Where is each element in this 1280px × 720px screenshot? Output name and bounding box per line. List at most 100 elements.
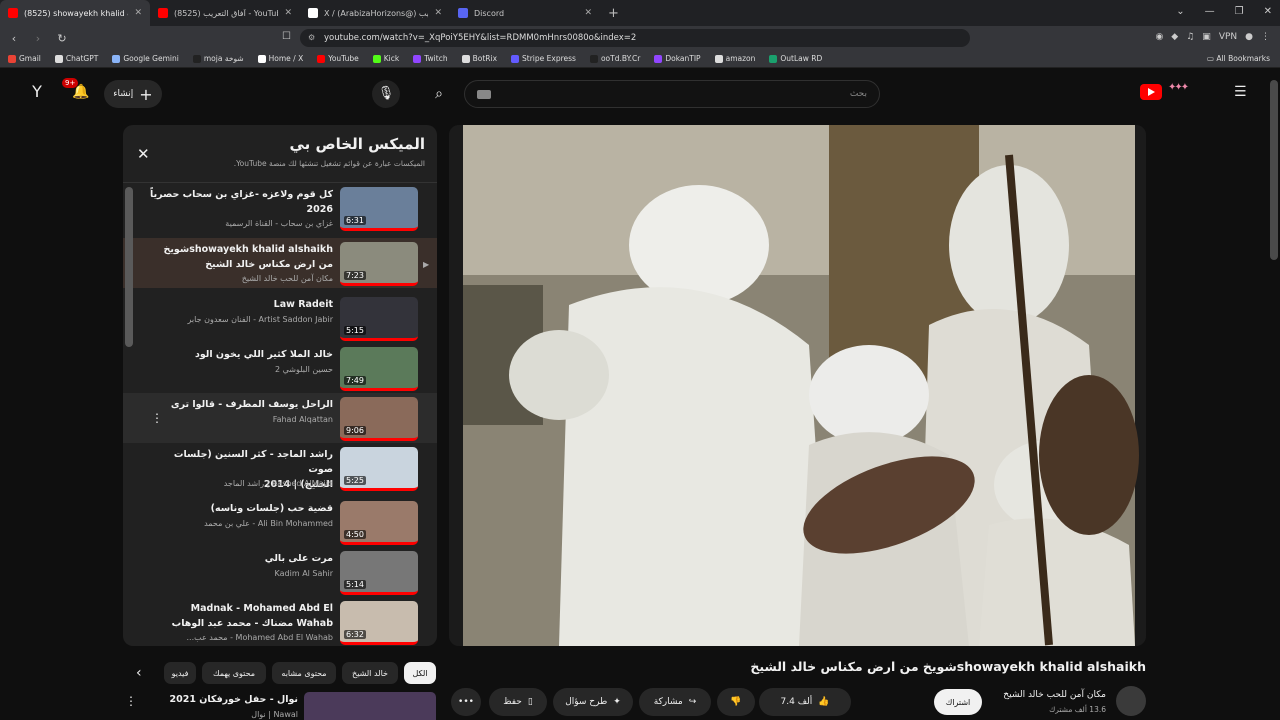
bookmark-item[interactable]: Twitch: [413, 54, 448, 63]
bookmark-label: DokanTIP: [665, 54, 701, 63]
browser-menu-icon[interactable]: ⋮: [1261, 32, 1270, 42]
playlist-thumbnail[interactable]: 7:23: [340, 242, 418, 286]
page-scrollbar[interactable]: [1270, 80, 1278, 260]
close-tab-icon[interactable]: ✕: [584, 8, 592, 18]
kebab-menu-icon[interactable]: ⋮: [125, 694, 137, 708]
playlist-thumbnail[interactable]: 6:31: [340, 187, 418, 231]
bookmark-item[interactable]: ooTd.BY.Cr: [589, 54, 641, 63]
chip-videos[interactable]: فيديو: [164, 662, 196, 684]
all-bookmarks-button[interactable]: ▭ All Bookmarks: [1207, 54, 1270, 63]
playlist-item[interactable]: 7:23 showayekh khalid alshaikhشويخ من ارض…: [123, 238, 437, 288]
search-icon[interactable]: ⌕: [424, 80, 454, 108]
playlist-thumbnail[interactable]: 6:32: [340, 601, 418, 645]
playlist-item[interactable]: 6:31 كل قوم ولاعزه -غزاي بن سحاب حصرياً 2…: [123, 183, 437, 233]
new-tab-button[interactable]: +: [608, 6, 619, 21]
chip-khalid-alsheikh[interactable]: خالد الشيخ: [342, 662, 398, 684]
browser-tab[interactable]: X / (ArabizaHorizons@) آفاق التعريب ✕: [300, 0, 450, 26]
tab-list: (8525) showayekh khalid al...✕آفاق التعر…: [0, 0, 600, 26]
bookmark-item[interactable]: Home / X: [257, 54, 303, 63]
video-duration: 4:50: [344, 530, 366, 539]
account-avatar[interactable]: Y: [26, 82, 48, 104]
chip-for-you[interactable]: محتوى يهمك: [202, 662, 266, 684]
playlist-thumbnail[interactable]: 5:25: [340, 447, 418, 491]
bookmark-favicon-icon: [413, 54, 422, 63]
bookmark-item[interactable]: Gmail: [8, 54, 41, 63]
close-icon[interactable]: ✕: [137, 145, 150, 163]
recommended-thumbnail[interactable]: [304, 692, 436, 720]
close-tab-icon[interactable]: ✕: [434, 8, 442, 18]
bookmark-item[interactable]: ChatGPT: [54, 54, 98, 63]
keyboard-icon[interactable]: [477, 90, 491, 99]
playlist-scrollbar[interactable]: [125, 187, 133, 347]
close-window-icon[interactable]: ✕: [1264, 6, 1272, 17]
playlist-item[interactable]: 7:49 خالد الملا كثير اللي يخون الود حسين ا…: [123, 343, 437, 393]
playlist-thumbnail[interactable]: 5:15: [340, 297, 418, 341]
bookmark-item[interactable]: Google Gemini: [112, 54, 179, 63]
notifications-bell-icon[interactable]: 🔔 9+: [62, 78, 89, 100]
bookmark-item[interactable]: DokanTIP: [654, 54, 701, 63]
back-icon[interactable]: ‹: [4, 32, 24, 45]
playlist-item[interactable]: 9:06 الراحل يوسف المطرف - قالوا ترى Fahad …: [123, 393, 437, 443]
doodle-icon[interactable]: ✦✦✦: [1168, 82, 1189, 93]
playlist-thumbnail[interactable]: 4:50: [340, 501, 418, 545]
chevron-left-icon[interactable]: ‹: [136, 665, 142, 681]
chip-all[interactable]: الكل: [404, 662, 436, 684]
close-tab-icon[interactable]: ✕: [284, 8, 292, 18]
bookmark-item[interactable]: OutLaw RD: [769, 54, 822, 63]
minimize-icon[interactable]: —: [1205, 6, 1215, 17]
browser-tab[interactable]: Discord ✕: [450, 0, 600, 26]
save-button[interactable]: حفظ ▯: [489, 688, 547, 716]
bookmark-item[interactable]: Kick: [372, 54, 399, 63]
browser-tab[interactable]: آفاق التعريب (8525) - YouTube ✕: [150, 0, 300, 26]
kebab-menu-icon[interactable]: ⋮: [151, 411, 163, 425]
maximize-icon[interactable]: ❐: [1235, 6, 1244, 17]
bookmark-item[interactable]: moja شوخة: [192, 54, 244, 63]
playlist-thumbnail[interactable]: 7:49: [340, 347, 418, 391]
more-actions-button[interactable]: •••: [451, 688, 481, 716]
share-button[interactable]: مشاركة ↪: [639, 688, 711, 716]
video-player[interactable]: [449, 125, 1146, 646]
ask-question-button[interactable]: طرح سؤال ✦: [553, 688, 633, 716]
create-button[interactable]: إنشاء +: [104, 80, 162, 108]
extension-icon[interactable]: ◉: [1155, 32, 1163, 42]
browser-tab[interactable]: (8525) showayekh khalid al... ✕: [0, 0, 150, 26]
reload-icon[interactable]: ↻: [52, 32, 72, 45]
bookmark-item[interactable]: BotRix: [461, 54, 497, 63]
address-bar[interactable]: ⚙ youtube.com/watch?v=_XqPoiY5EHY&list=R…: [300, 29, 970, 47]
profile-icon[interactable]: ●: [1245, 32, 1253, 42]
playlist-item[interactable]: 5:25 راشد الماجد - كثر السنين (جلسات صوت …: [123, 443, 437, 493]
browser-tab-strip: (8525) showayekh khalid al...✕آفاق التعر…: [0, 0, 1280, 26]
like-button[interactable]: 7.4 ألف 👍: [759, 688, 851, 716]
site-info-icon[interactable]: ⚙: [308, 33, 315, 42]
playlist-thumbnail[interactable]: 9:06: [340, 397, 418, 441]
extension-icon[interactable]: ◆: [1171, 32, 1178, 42]
bookmark-star-icon[interactable]: ☐: [282, 31, 291, 42]
tab-title: X / (ArabizaHorizons@) آفاق التعريب: [324, 8, 429, 18]
bookmark-item[interactable]: YouTube: [317, 54, 359, 63]
extension-icon[interactable]: ♫: [1186, 32, 1194, 42]
playlist-item[interactable]: 4:50 قضية حب (جلسات وناسه) Ali Bin Mohamme…: [123, 497, 437, 547]
vpn-label[interactable]: VPN: [1219, 32, 1237, 42]
related-filter-chips: ‹ الكل خالد الشيخ محتوى مشابه محتوى يهمك…: [130, 660, 440, 686]
playlist-item-title: خالد الملا كثير اللي يخون الود: [194, 349, 333, 360]
youtube-logo-icon[interactable]: [1140, 84, 1162, 100]
playlist-item[interactable]: 6:32 Madnak - Mohamed Abd El Wahab مضناك …: [123, 597, 437, 646]
dislike-button[interactable]: 👎: [717, 688, 755, 716]
bookmark-label: ooTd.BY.Cr: [600, 54, 641, 63]
playlist-item[interactable]: 5:14 مرت على بالي Kadim Al Sahir: [123, 547, 437, 597]
search-input[interactable]: بحث: [464, 80, 880, 108]
tab-search-icon[interactable]: ⌄: [1176, 6, 1184, 17]
bookmark-item[interactable]: amazon: [714, 54, 755, 63]
bookmark-favicon-icon: [372, 54, 381, 63]
hamburger-menu-icon[interactable]: ☰: [1234, 84, 1247, 100]
bookmarks-bar: Gmail ChatGPT Google Gemini moja شوخة Home /…: [0, 50, 1280, 68]
extension-icon[interactable]: ▣: [1202, 32, 1211, 42]
playlist-thumbnail[interactable]: 5:14: [340, 551, 418, 595]
recommended-video-item[interactable]: ⋮ نوال - حفل خورفكان 2021 Nawal | نوال: [123, 688, 437, 720]
close-tab-icon[interactable]: ✕: [134, 8, 142, 18]
chip-similar[interactable]: محتوى مشابه: [272, 662, 336, 684]
voice-search-mic-icon[interactable]: 🎙: [372, 80, 400, 108]
playlist-item[interactable]: 5:15 Law Radeit Artist Saddon Jabir - الفن…: [123, 293, 437, 343]
bookmark-item[interactable]: Stripe Express: [511, 54, 576, 63]
forward-icon[interactable]: ›: [28, 32, 48, 45]
